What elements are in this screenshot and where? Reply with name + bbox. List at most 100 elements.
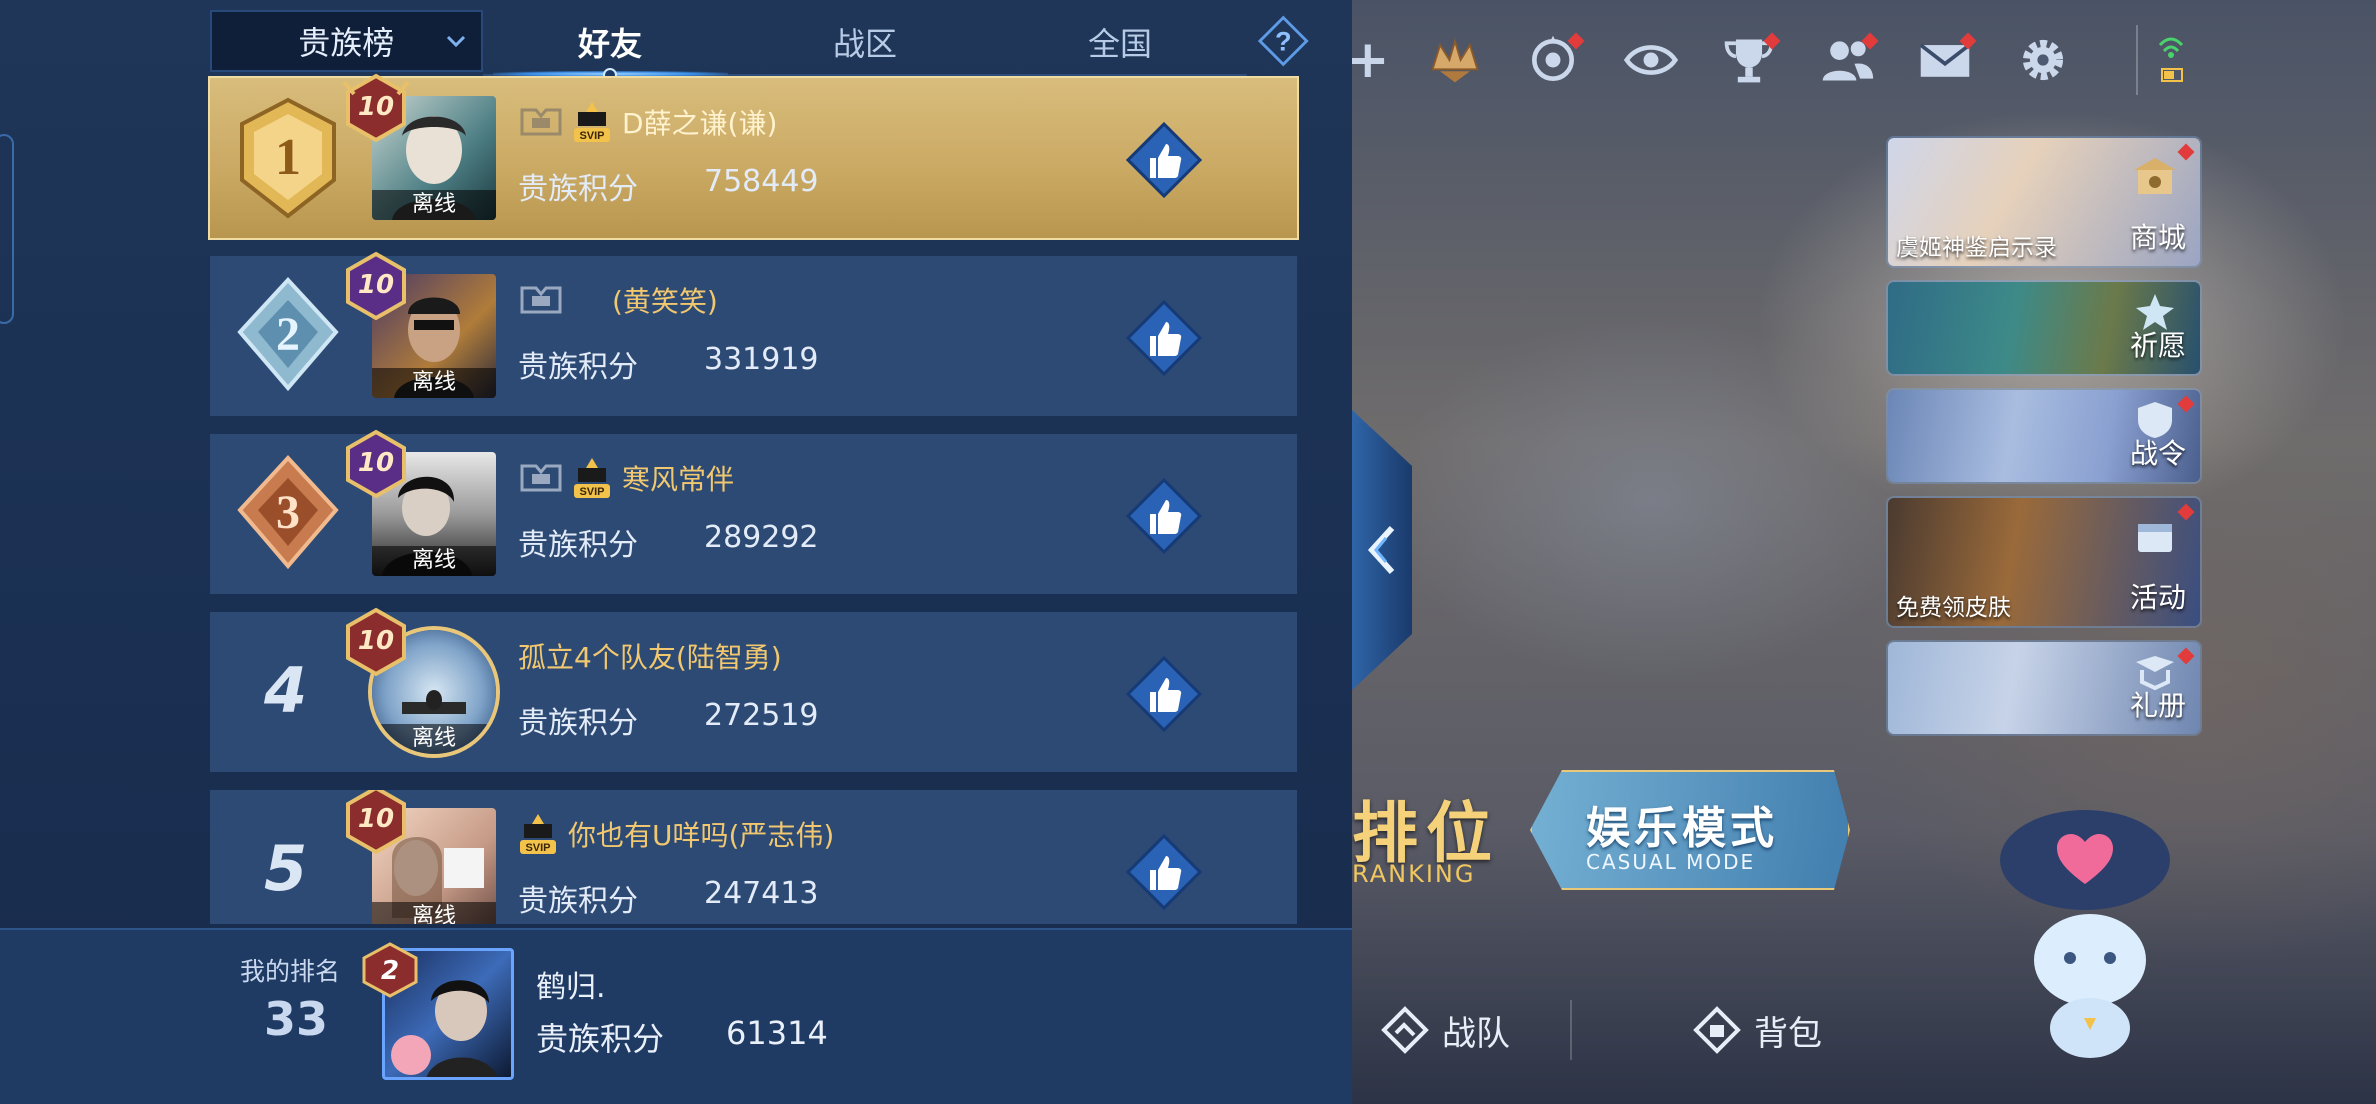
score-label: 贵族积分 bbox=[518, 706, 638, 741]
svg-text:SVIP: SVIP bbox=[579, 486, 604, 498]
leaderboard-row[interactable]: 1 离线 10 SVIP D薛之谦(谦) 贵族积分 758449 bbox=[210, 73, 1297, 238]
board-type-label: 贵族榜 bbox=[298, 24, 395, 62]
tile-label: 祈愿 bbox=[2129, 329, 2186, 362]
nav-backpack[interactable]: 背包 bbox=[1692, 1005, 1822, 1055]
my-rank-number: 33 bbox=[264, 992, 329, 1046]
leaderboard-row[interactable]: 4 离线 10 孤立4个队友(陆智勇) 贵族积分 272519 bbox=[210, 607, 1297, 772]
score-value: 247413 bbox=[704, 876, 819, 911]
leaderboard-row[interactable]: 3 离线 10 SVIP 寒风常伴 贵族积分 289292 bbox=[210, 429, 1297, 594]
nav-team[interactable]: 战队 bbox=[1380, 1005, 1510, 1055]
pet-speech-bubble[interactable] bbox=[2000, 810, 2170, 910]
online-status: 离线 bbox=[372, 902, 496, 924]
rank-bronze-badge: 3 bbox=[237, 455, 339, 570]
score-value: 289292 bbox=[704, 520, 819, 555]
score-line: 贵族积分 331919 bbox=[518, 342, 819, 386]
player-name-line: 孤立4个队友(陆智勇) bbox=[518, 634, 782, 678]
tile-label: 商城 bbox=[2129, 221, 2186, 254]
tile-label: 战令 bbox=[2129, 437, 2186, 470]
casual-mode-title: 娱乐模式 bbox=[1586, 803, 1778, 854]
svg-text:SVIP: SVIP bbox=[525, 842, 550, 854]
tile-event[interactable]: 免费领皮肤 活动 bbox=[1888, 498, 2200, 626]
tile-pass[interactable]: 战令 bbox=[1888, 390, 2200, 482]
thumbs-up-icon[interactable] bbox=[1126, 300, 1202, 376]
online-status: 离线 bbox=[372, 190, 496, 220]
bottom-nav: 战队 背包 bbox=[1380, 1000, 1942, 1060]
noble-level-badge: 10 bbox=[340, 72, 412, 144]
tile-label: 礼册 bbox=[2129, 689, 2186, 722]
wifi-icon bbox=[2135, 25, 2183, 95]
thumbs-up-icon[interactable] bbox=[1126, 478, 1202, 554]
svg-text:3: 3 bbox=[276, 486, 300, 539]
tab-friends[interactable]: 好友 bbox=[482, 10, 738, 82]
thumbs-up-icon[interactable] bbox=[1126, 656, 1202, 732]
plus-icon[interactable]: + bbox=[1346, 30, 1390, 90]
side-promo-tiles: 虞姬神鉴启示录 商城 祈愿 战令 免费领皮肤 活动 礼册 bbox=[1888, 138, 2200, 750]
panel-edge-decoration bbox=[0, 134, 14, 324]
tab-region[interactable]: 战区 bbox=[737, 10, 993, 76]
online-status: 离线 bbox=[372, 368, 496, 398]
crown-icon[interactable] bbox=[1420, 25, 1490, 95]
mail-icon[interactable] bbox=[1910, 25, 1980, 95]
score-label: 贵族积分 bbox=[518, 528, 638, 563]
svg-text:1: 1 bbox=[275, 129, 301, 186]
tab-friends-label: 好友 bbox=[578, 25, 643, 63]
heart-icon bbox=[2057, 834, 2113, 884]
pet-mascot[interactable] bbox=[2000, 900, 2180, 1104]
player-name: 孤立4个队友(陆智勇) bbox=[518, 641, 782, 674]
ranked-mode-banner[interactable]: 排位 RANKING bbox=[1352, 760, 1552, 900]
help-icon[interactable]: ? bbox=[1257, 14, 1310, 68]
leaderboard-list: 1 离线 10 SVIP D薛之谦(谦) 贵族积分 758449 2 离线 10… bbox=[210, 73, 1297, 942]
tab-national-label: 全国 bbox=[1087, 25, 1152, 63]
tab-national[interactable]: 全国 bbox=[992, 10, 1248, 76]
rank-silver-badge: 2 bbox=[237, 277, 339, 392]
nav-separator bbox=[1570, 1000, 1572, 1060]
noble-level-badge: 10 bbox=[340, 428, 412, 500]
score-label: 贵族积分 bbox=[518, 884, 638, 919]
score-line: 贵族积分 272519 bbox=[518, 698, 819, 742]
casual-mode-subtitle: CASUAL MODE bbox=[1586, 850, 1756, 874]
casual-mode-banner[interactable]: 娱乐模式 CASUAL MODE bbox=[1530, 770, 1850, 890]
player-name: 寒风常伴 bbox=[622, 463, 735, 496]
tile-wish[interactable]: 祈愿 bbox=[1888, 282, 2200, 374]
tile-gift-book[interactable]: 礼册 bbox=[1888, 642, 2200, 734]
player-name-line: SVIP 你也有U咩吗(严志伟) bbox=[518, 812, 834, 856]
top-toolbar: + bbox=[1346, 20, 2352, 100]
tile-shop[interactable]: 虞姬神鉴启示录 商城 bbox=[1888, 138, 2200, 266]
eye-icon[interactable] bbox=[1616, 25, 1686, 95]
target-icon[interactable] bbox=[1518, 25, 1588, 95]
online-status: 离线 bbox=[372, 546, 496, 576]
svip-icon: SVIP bbox=[574, 458, 610, 498]
leaderboard-row[interactable]: 2 离线 10 (黄笑笑) 贵族积分 331919 bbox=[210, 251, 1297, 416]
online-status: 离线 bbox=[372, 724, 496, 754]
noble-level-badge: 10 bbox=[340, 790, 412, 856]
rank-number: 5 bbox=[264, 832, 308, 905]
calendar-icon bbox=[2138, 524, 2172, 552]
player-name: (黄笑笑) bbox=[612, 285, 718, 318]
trophy-icon[interactable] bbox=[1714, 25, 1784, 95]
noble-level-badge: 10 bbox=[340, 250, 412, 322]
noble-icon bbox=[520, 286, 562, 314]
my-rank-label: 我的排名 bbox=[240, 957, 341, 986]
score-value: 758449 bbox=[704, 164, 819, 199]
noble-icon bbox=[520, 464, 562, 492]
tile-subtitle: 虞姬神鉴启示录 bbox=[1896, 235, 2057, 261]
noble-level-badge: 10 bbox=[340, 606, 412, 678]
tile-label: 活动 bbox=[2129, 581, 2186, 614]
board-type-dropdown[interactable]: 贵族榜 bbox=[210, 10, 483, 72]
friends-icon[interactable] bbox=[1812, 25, 1882, 95]
score-value: 272519 bbox=[704, 698, 819, 733]
svg-text:SVIP: SVIP bbox=[579, 130, 604, 142]
svg-text:2: 2 bbox=[276, 308, 300, 361]
leaderboard-row[interactable]: 5 离线 10 SVIP 你也有U咩吗(严志伟) 贵族积分 247413 bbox=[210, 790, 1297, 924]
thumbs-up-icon[interactable] bbox=[1126, 122, 1202, 198]
gear-icon[interactable] bbox=[2008, 25, 2078, 95]
score-line: 贵族积分 758449 bbox=[518, 164, 819, 208]
tab-region-label: 战区 bbox=[833, 25, 898, 63]
score-value: 61314 bbox=[726, 1014, 828, 1052]
ranked-mode-subtitle: RANKING bbox=[1352, 860, 1476, 888]
leaderboard-panel: 贵族榜 好友 战区 全国 ? 1 离线 10 SVIP D薛之谦(谦) 贵族积分… bbox=[0, 0, 1352, 1104]
thumbs-up-icon[interactable] bbox=[1126, 834, 1202, 910]
team-icon bbox=[1381, 1006, 1429, 1054]
player-name: 你也有U咩吗(严志伟) bbox=[568, 819, 835, 852]
rank-number: 4 bbox=[264, 654, 308, 727]
